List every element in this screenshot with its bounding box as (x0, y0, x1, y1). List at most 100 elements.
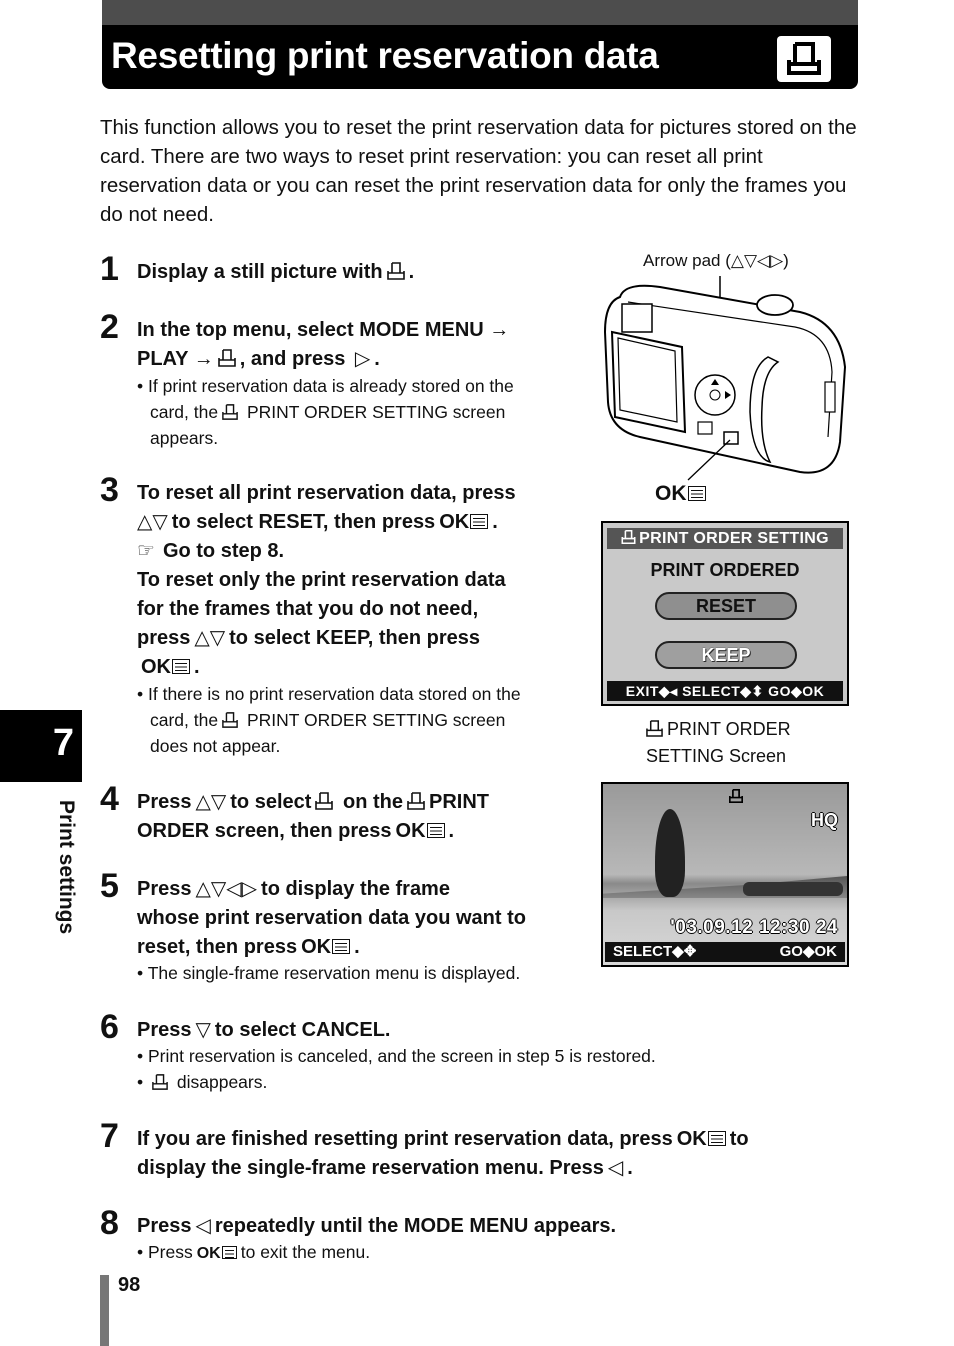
up-down-arrow-icon: △▽ (194, 627, 226, 649)
ok-button (723, 431, 739, 445)
print-order-icon (222, 712, 238, 728)
ok-menu-button-icon: OK (301, 933, 351, 962)
bullet-note: • If print reservation data is already s… (137, 373, 514, 451)
text: PRINT ORDER SETTING screen (246, 402, 506, 422)
text: to (729, 1128, 749, 1150)
text: card, the (150, 402, 219, 422)
print-order-icon (407, 792, 425, 810)
text: Display a still picture with (137, 261, 383, 283)
text: . (408, 261, 415, 283)
text: Press (137, 791, 192, 813)
step-number: 2 (100, 308, 119, 346)
screen-title: PRINT ORDER SETTING (639, 530, 829, 547)
viewfinder (621, 303, 653, 333)
print-order-icon (315, 792, 334, 810)
text: Print reservation is canceled, and the s… (148, 1046, 656, 1066)
page-number-bar (100, 1275, 109, 1346)
text: . (374, 348, 380, 370)
print-order-screen-caption: PRINT ORDER SETTING Screen (646, 716, 791, 770)
up-down-arrow-icon: △▽ (137, 511, 168, 533)
text: SETTING Screen (646, 746, 787, 766)
text: display the single-frame reservation men… (137, 1157, 604, 1179)
text: disappears. (176, 1072, 268, 1092)
go-hint: GO◆OK (779, 943, 837, 960)
page-header: Resetting print reservation data (102, 25, 858, 89)
print-order-icon (729, 789, 743, 803)
bullet-note: • If there is no print reservation data … (137, 681, 521, 759)
text: PRINT ORDER SETTING screen (246, 710, 506, 730)
screen-footer-hints: EXIT◆◂ SELECT◆⬍ GO◆OK (607, 681, 843, 701)
ok-menu-button-icon: OK (677, 1125, 726, 1154)
text: Press (137, 1019, 192, 1041)
step-text: If you are finished resetting print rese… (137, 1125, 749, 1183)
text: to display the frame (261, 878, 450, 900)
text: card, the (150, 710, 219, 730)
text: for the frames that you do not need, (137, 598, 479, 620)
text: Press (137, 1215, 192, 1237)
text: , and press (239, 348, 346, 370)
step-number: 7 (100, 1117, 119, 1155)
right-arrow-icon: ▷ (354, 348, 371, 370)
text: to select RESET, then press (171, 511, 436, 533)
print-order-icon (217, 349, 236, 367)
text: does not appear. (150, 736, 281, 756)
text: Press (148, 1242, 193, 1262)
header-top-band (102, 0, 858, 26)
step-text: Press △▽ to select on the PRINT ORDER scree… (137, 788, 489, 846)
arrow-icon: → (489, 319, 510, 341)
print-order-icon (646, 720, 663, 737)
bullet-note: • The single-frame reservation menu is d… (137, 963, 521, 983)
text: appears. (150, 428, 219, 448)
text: reset, then press (137, 936, 298, 958)
text: PLAY (137, 348, 189, 370)
up-down-arrow-icon: △▽ (195, 791, 227, 813)
arrow-pad-caption: Arrow pad (△▽◁▷) (643, 251, 789, 270)
print-order-icon (152, 1074, 168, 1090)
text: If print reservation data is already sto… (148, 376, 514, 396)
text: If there is no print reservation data st… (148, 684, 521, 704)
text: ORDER screen, then press (137, 820, 392, 842)
step-number: 4 (100, 780, 119, 818)
page-title: Resetting print reservation data (111, 35, 659, 76)
ok-menu-button-icon: OK (396, 817, 445, 846)
page-number: 98 (118, 1274, 141, 1296)
treeline (743, 882, 843, 896)
step-text: Press ▽ to select CANCEL. (137, 1016, 390, 1045)
text: PRINT ORDER (667, 719, 791, 739)
step-number: 1 (100, 250, 119, 288)
step-text: Press △▽◁▷ to display the frame whose prin… (137, 875, 526, 962)
text: to select (230, 791, 312, 813)
left-arrow-icon: ◁ (607, 1157, 624, 1179)
text: In the top menu, select MODE MENU (137, 319, 484, 341)
text: to select CANCEL. (214, 1019, 391, 1041)
bullet-note: • Press OK to exit the menu. (137, 1239, 370, 1267)
keep-option[interactable]: KEEP (655, 641, 797, 669)
text: to exit the menu. (240, 1242, 371, 1262)
text: to select KEEP, then press (229, 627, 480, 649)
text: To reset all print reservation data, pre… (137, 482, 516, 504)
date-time-frame-readout: '03.09.12 12:30 24 (670, 917, 838, 938)
four-way-arrow-icon: △▽◁▷ (195, 878, 258, 900)
camera-illustration (603, 276, 847, 481)
text: repeatedly until the MODE MENU appears. (214, 1215, 617, 1237)
print-order-setting-screen: PRINT ORDER SETTING PRINT ORDERED RESET … (601, 521, 849, 706)
chapter-tab: 7 (0, 710, 82, 782)
arrow-icon: → (193, 348, 214, 370)
text: To reset only the print reservation data (137, 569, 506, 591)
bullet-note: • Print reservation is canceled, and the… (137, 1046, 656, 1092)
step-text: To reset all print reservation data, pre… (137, 479, 516, 682)
text: The single-frame reservation menu is dis… (147, 963, 521, 983)
left-arrow-icon: ◁ (195, 1215, 211, 1237)
text: PRINT (428, 791, 489, 813)
text: press (137, 627, 191, 649)
print-order-icon (386, 262, 405, 280)
select-hint: SELECT◆✥ (613, 943, 697, 960)
text: on the (342, 791, 403, 813)
poplar-tree (655, 809, 685, 897)
text: Press (137, 878, 192, 900)
single-frame-photo-screen: HQ '03.09.12 12:30 24 SELECT◆✥ GO◆OK (601, 782, 849, 967)
ok-menu-button-icon: OK (439, 508, 489, 537)
chapter-label: Print settings (55, 800, 78, 935)
print-order-icon (222, 404, 238, 420)
reset-option[interactable]: RESET (655, 592, 797, 620)
